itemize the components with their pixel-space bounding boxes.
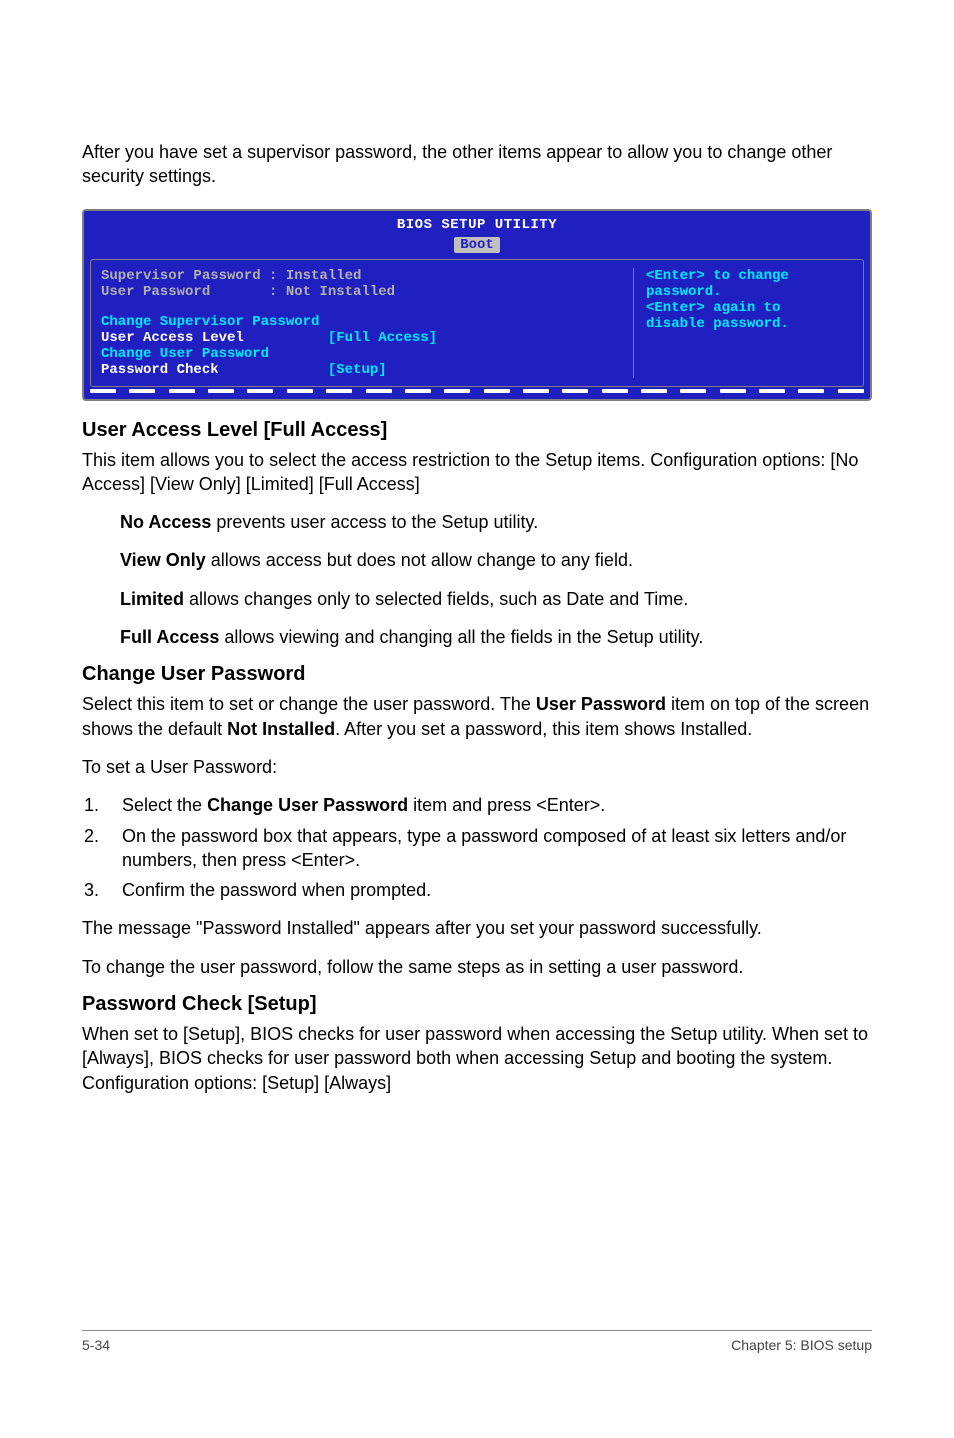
ual-full-access-label: Full Access xyxy=(120,627,219,647)
cup-p1b: User Password xyxy=(536,694,666,714)
cup-step-1c: item and press <Enter>. xyxy=(408,795,605,815)
bios-help-3: <Enter> again to xyxy=(646,300,853,316)
cup-p2: To set a User Password: xyxy=(82,755,872,779)
bios-pc-value: [Setup] xyxy=(328,362,387,378)
heading-change-user-password: Change User Password xyxy=(82,663,872,686)
cup-p4: To change the user password, follow the … xyxy=(82,955,872,979)
cup-p1a: Select this item to set or change the us… xyxy=(82,694,536,714)
page-footer: 5-34 Chapter 5: BIOS setup xyxy=(82,1330,872,1353)
pc-desc: When set to [Setup], BIOS checks for use… xyxy=(82,1022,872,1095)
ual-limited-text: allows changes only to selected fields, … xyxy=(184,589,688,609)
ual-view-only-label: View Only xyxy=(120,550,206,570)
bios-help-1: <Enter> to change xyxy=(646,268,853,284)
bios-ual-label: User Access Level xyxy=(101,330,244,346)
bios-help-panel: <Enter> to change password. <Enter> agai… xyxy=(633,268,853,378)
cup-step-2: On the password box that appears, type a… xyxy=(104,824,872,873)
ual-desc: This item allows you to select the acces… xyxy=(82,448,872,497)
bios-body: Supervisor Password : Installed User Pas… xyxy=(90,259,864,387)
bios-pc-label: Password Check xyxy=(101,362,219,378)
heading-password-check: Password Check [Setup] xyxy=(82,993,872,1016)
bios-user-access-level: User Access Level [Full Access] xyxy=(101,330,625,346)
bios-change-supervisor: Change Supervisor Password xyxy=(101,314,625,330)
ual-no-access: No Access prevents user access to the Se… xyxy=(82,510,872,534)
cup-p1: Select this item to set or change the us… xyxy=(82,692,872,741)
ual-view-only: View Only allows access but does not all… xyxy=(82,548,872,572)
cup-step-1: Select the Change User Password item and… xyxy=(104,793,872,817)
bios-screenshot: BIOS SETUP UTILITY Boot Supervisor Passw… xyxy=(82,209,872,401)
cup-p3: The message "Password Installed" appears… xyxy=(82,916,872,940)
ual-limited: Limited allows changes only to selected … xyxy=(82,587,872,611)
bios-help-2: password. xyxy=(646,284,853,300)
ual-no-access-label: No Access xyxy=(120,512,211,532)
cup-p1d: Not Installed xyxy=(227,719,335,739)
bios-password-check: Password Check [Setup] xyxy=(101,362,625,378)
ual-full-access: Full Access allows viewing and changing … xyxy=(82,625,872,649)
bios-blank-line xyxy=(101,300,625,314)
footer-page-number: 5-34 xyxy=(82,1337,110,1353)
cup-step-1b: Change User Password xyxy=(207,795,408,815)
cup-steps: Select the Change User Password item and… xyxy=(82,793,872,902)
bios-ual-value: [Full Access] xyxy=(328,330,437,346)
footer-chapter: Chapter 5: BIOS setup xyxy=(731,1337,872,1353)
bios-tab-row: Boot xyxy=(90,235,864,253)
ual-limited-label: Limited xyxy=(120,589,184,609)
bios-supervisor-status: Supervisor Password : Installed xyxy=(101,268,625,284)
ual-view-only-text: allows access but does not allow change … xyxy=(206,550,633,570)
bios-help-4: disable password. xyxy=(646,316,853,332)
heading-user-access-level: User Access Level [Full Access] xyxy=(82,419,872,442)
bios-left-panel: Supervisor Password : Installed User Pas… xyxy=(101,268,633,378)
cup-step-3: Confirm the password when prompted. xyxy=(104,878,872,902)
cup-p1e: . After you set a password, this item sh… xyxy=(335,719,752,739)
bios-tab-boot: Boot xyxy=(454,237,500,253)
bios-title: BIOS SETUP UTILITY xyxy=(90,217,864,233)
cup-step-1a: Select the xyxy=(122,795,207,815)
bios-bottom-dashes xyxy=(90,389,864,393)
ual-no-access-text: prevents user access to the Setup utilit… xyxy=(211,512,538,532)
bios-change-user: Change User Password xyxy=(101,346,625,362)
bios-user-status: User Password : Not Installed xyxy=(101,284,625,300)
intro-text: After you have set a supervisor password… xyxy=(82,140,872,189)
ual-full-access-text: allows viewing and changing all the fiel… xyxy=(219,627,703,647)
